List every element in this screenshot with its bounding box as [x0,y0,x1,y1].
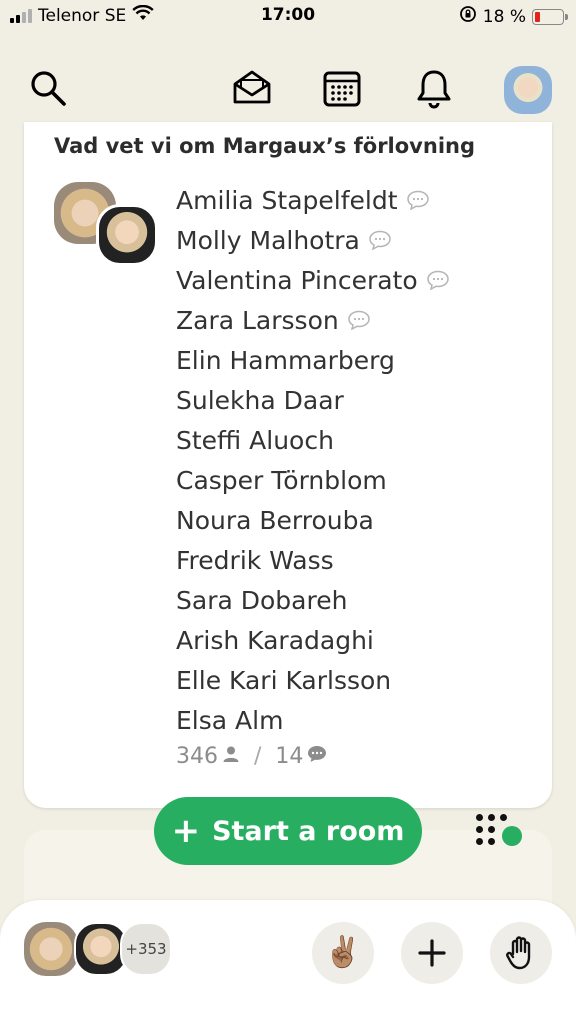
participant-list: Amilia Stapelfeldt Molly Malhotra Valentin… [176,180,450,740]
status-right: 18 % [459,5,568,28]
speaker-count: 14 [275,744,304,769]
plus-icon [418,939,446,967]
bell-icon[interactable] [412,66,456,110]
start-room-label: Start a room [212,815,405,847]
participant-name: Steffi Aluoch [176,425,334,455]
raise-hand-button[interactable] [490,922,552,984]
room-member-avatar[interactable] [24,922,78,976]
participant-name: Sara Dobareh [176,585,348,615]
participant-row: Amilia Stapelfeldt [176,180,450,220]
count-separator: / [254,744,262,769]
participant-row: Elsa Alm [176,700,450,740]
chat-bubble-icon [347,310,371,330]
participant-row: Elle Kari Karlsson [176,660,450,700]
participant-name: Noura Berrouba [176,505,374,535]
room-title: Vad vet vi om Margaux’s förlovning [54,134,475,158]
participant-row: Sara Dobareh [176,580,450,620]
participant-row: Molly Malhotra [176,220,450,260]
plus-icon: + [171,811,201,851]
chat-bubble-icon [406,190,430,210]
participant-name: Zara Larsson [176,305,339,335]
chat-bubble-icon [307,744,327,769]
participant-row: Sulekha Daar [176,380,450,420]
participant-name: Elle Kari Karlsson [176,665,392,695]
participant-name: Fredrik Wass [176,545,334,575]
raised-hand-icon [506,936,531,970]
participant-name: Casper Törnblom [176,465,387,495]
participant-name: Valentina Pincerato [176,265,418,295]
battery-icon [532,8,568,25]
more-members-count[interactable]: +353 [120,922,172,976]
chat-bubble-icon [368,230,392,250]
participant-row: Steffi Aluoch [176,420,450,460]
chat-bubble-icon [426,270,450,290]
participant-row: Fredrik Wass [176,540,450,580]
participant-row: Valentina Pincerato [176,260,450,300]
participant-name: Elin Hammarberg [176,345,395,375]
participant-name: Sulekha Daar [176,385,344,415]
participant-row: Zara Larsson [176,300,450,340]
rotation-lock-icon [459,5,477,28]
participant-name: Molly Malhotra [176,225,360,255]
peace-button[interactable]: ✌🏽 [312,922,374,984]
profile-avatar[interactable] [504,66,552,114]
participant-row: Arish Karadaghi [176,620,450,660]
add-button[interactable] [401,922,463,984]
participant-name: Arish Karadaghi [176,625,374,655]
listener-count: 346 [176,744,218,769]
participant-name: Amilia Stapelfeldt [176,185,398,215]
status-bar: Telenor SE 17:00 18 % [0,0,576,36]
room-counts: 346 / 14 [176,744,327,769]
online-status-dot [502,826,522,846]
person-icon [222,744,240,769]
participant-row: Casper Törnblom [176,460,450,500]
top-navigation [0,60,576,120]
participant-name: Elsa Alm [176,705,284,735]
bottom-bar: +353 ✌🏽 [0,900,576,1024]
calendar-icon[interactable] [320,66,364,110]
room-card[interactable]: Vad vet vi om Margaux’s förlovning Amili… [24,122,552,808]
search-icon[interactable] [26,66,70,110]
battery-percent: 18 % [482,6,526,27]
speaker-avatar [96,204,158,266]
peace-emoji-icon: ✌🏽 [324,935,362,970]
participant-row: Noura Berrouba [176,500,450,540]
start-room-button[interactable]: + Start a room [154,797,422,865]
participant-row: Elin Hammarberg [176,340,450,380]
mail-icon[interactable] [230,66,274,110]
